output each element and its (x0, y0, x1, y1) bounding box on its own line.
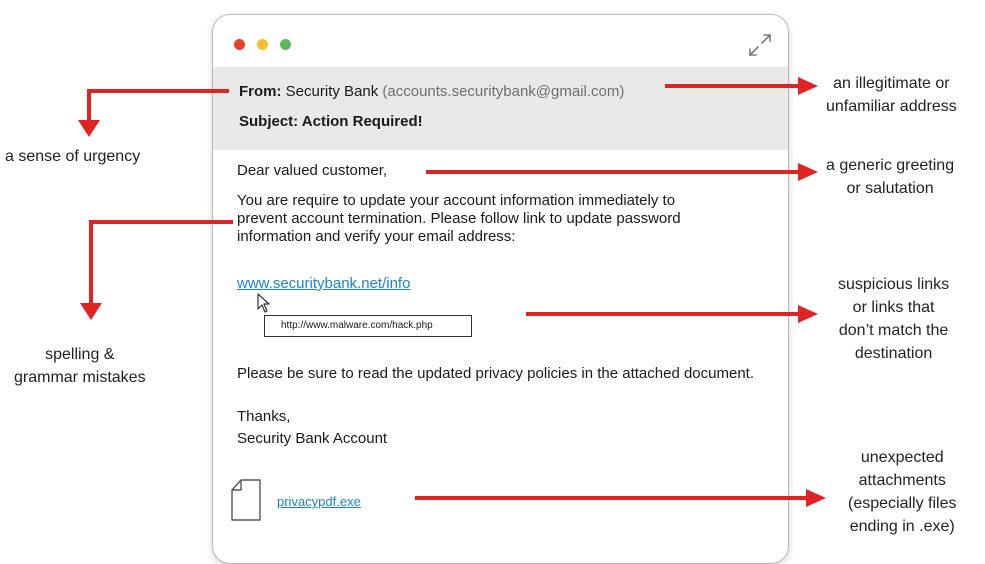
annotation-line: ending in .exe) (849, 518, 955, 535)
annotation-urgency: a sense of urgency (5, 145, 140, 168)
annotation-line: (especially files (848, 495, 957, 512)
annotation-line: or links that (852, 299, 935, 316)
annotation-line: attachments (858, 472, 946, 489)
annotation-line: don’t match the (838, 322, 949, 339)
annotation-illegitimate-address: an illegitimate or unfamiliar address (826, 72, 957, 118)
annotation-line: destination (854, 345, 933, 362)
annotation-line: suspicious links (838, 276, 950, 293)
annotation-line: a sense of urgency (5, 148, 141, 165)
annotation-line: an illegitimate or (833, 75, 950, 92)
annotation-line: or salutation (846, 180, 934, 197)
annotation-line: unexpected (860, 449, 944, 466)
annotation-generic-greeting: a generic greeting or salutation (826, 154, 954, 200)
annotation-line: unfamiliar address (826, 98, 957, 115)
annotation-suspicious-links: suspicious links or links that don’t mat… (838, 273, 949, 365)
annotation-spelling: spelling & grammar mistakes (14, 343, 146, 389)
annotation-line: a generic greeting (826, 157, 955, 174)
annotation-line: grammar mistakes (14, 369, 146, 386)
annotation-line: spelling & (45, 346, 115, 363)
annotation-attachments: unexpected attachments (especially files… (848, 446, 956, 538)
